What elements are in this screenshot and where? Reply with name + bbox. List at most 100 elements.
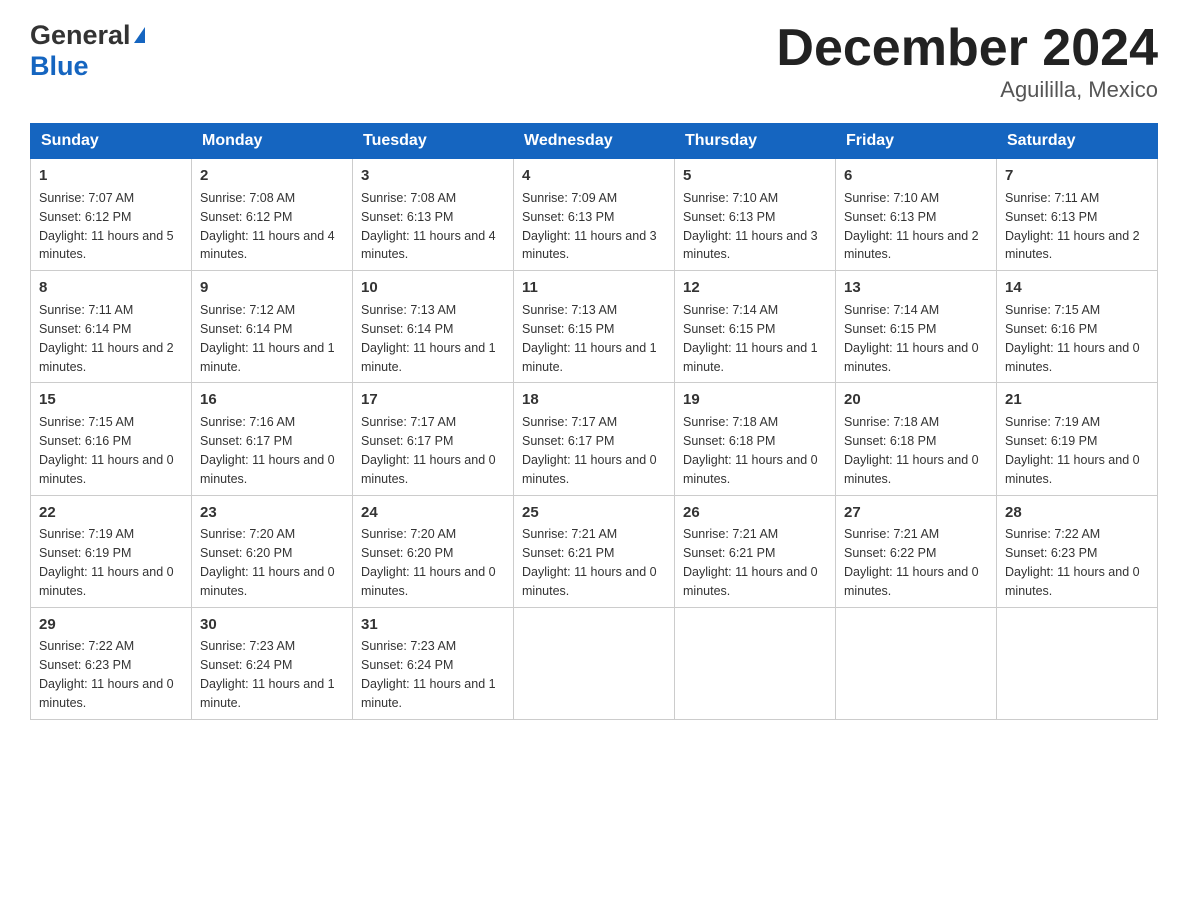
calendar-cell [514, 607, 675, 719]
day-info: Sunrise: 7:21 AMSunset: 6:21 PMDaylight:… [683, 527, 818, 598]
calendar-cell: 30 Sunrise: 7:23 AMSunset: 6:24 PMDaylig… [192, 607, 353, 719]
calendar-cell: 2 Sunrise: 7:08 AMSunset: 6:12 PMDayligh… [192, 159, 353, 271]
calendar-cell [997, 607, 1158, 719]
calendar-cell: 22 Sunrise: 7:19 AMSunset: 6:19 PMDaylig… [31, 495, 192, 607]
header-monday: Monday [192, 124, 353, 159]
logo-arrow-icon [134, 27, 145, 43]
day-number: 24 [361, 502, 505, 524]
day-number: 26 [683, 502, 827, 524]
day-number: 2 [200, 165, 344, 187]
day-info: Sunrise: 7:09 AMSunset: 6:13 PMDaylight:… [522, 191, 657, 262]
day-number: 21 [1005, 389, 1149, 411]
day-info: Sunrise: 7:14 AMSunset: 6:15 PMDaylight:… [844, 303, 979, 374]
day-info: Sunrise: 7:22 AMSunset: 6:23 PMDaylight:… [1005, 527, 1140, 598]
calendar-cell: 28 Sunrise: 7:22 AMSunset: 6:23 PMDaylig… [997, 495, 1158, 607]
day-info: Sunrise: 7:12 AMSunset: 6:14 PMDaylight:… [200, 303, 335, 374]
title-section: December 2024 Aguililla, Mexico [776, 20, 1158, 103]
header-friday: Friday [836, 124, 997, 159]
day-info: Sunrise: 7:23 AMSunset: 6:24 PMDaylight:… [200, 639, 335, 710]
day-number: 23 [200, 502, 344, 524]
calendar-subtitle: Aguililla, Mexico [776, 77, 1158, 103]
calendar-cell: 8 Sunrise: 7:11 AMSunset: 6:14 PMDayligh… [31, 271, 192, 383]
header-sunday: Sunday [31, 124, 192, 159]
day-info: Sunrise: 7:20 AMSunset: 6:20 PMDaylight:… [361, 527, 496, 598]
calendar-cell [836, 607, 997, 719]
day-info: Sunrise: 7:13 AMSunset: 6:15 PMDaylight:… [522, 303, 657, 374]
calendar-cell: 13 Sunrise: 7:14 AMSunset: 6:15 PMDaylig… [836, 271, 997, 383]
calendar-cell: 1 Sunrise: 7:07 AMSunset: 6:12 PMDayligh… [31, 159, 192, 271]
calendar-cell: 21 Sunrise: 7:19 AMSunset: 6:19 PMDaylig… [997, 383, 1158, 495]
calendar-cell: 9 Sunrise: 7:12 AMSunset: 6:14 PMDayligh… [192, 271, 353, 383]
week-row-3: 15 Sunrise: 7:15 AMSunset: 6:16 PMDaylig… [31, 383, 1158, 495]
calendar-cell: 10 Sunrise: 7:13 AMSunset: 6:14 PMDaylig… [353, 271, 514, 383]
page-header: General Blue December 2024 Aguililla, Me… [30, 20, 1158, 103]
day-info: Sunrise: 7:10 AMSunset: 6:13 PMDaylight:… [683, 191, 818, 262]
calendar-cell: 12 Sunrise: 7:14 AMSunset: 6:15 PMDaylig… [675, 271, 836, 383]
day-info: Sunrise: 7:14 AMSunset: 6:15 PMDaylight:… [683, 303, 818, 374]
calendar-cell: 25 Sunrise: 7:21 AMSunset: 6:21 PMDaylig… [514, 495, 675, 607]
day-number: 14 [1005, 277, 1149, 299]
day-info: Sunrise: 7:11 AMSunset: 6:14 PMDaylight:… [39, 303, 174, 374]
logo: General Blue [30, 20, 145, 82]
calendar-cell: 16 Sunrise: 7:16 AMSunset: 6:17 PMDaylig… [192, 383, 353, 495]
day-info: Sunrise: 7:16 AMSunset: 6:17 PMDaylight:… [200, 415, 335, 486]
calendar-cell [675, 607, 836, 719]
day-info: Sunrise: 7:15 AMSunset: 6:16 PMDaylight:… [1005, 303, 1140, 374]
day-number: 15 [39, 389, 183, 411]
calendar-cell: 23 Sunrise: 7:20 AMSunset: 6:20 PMDaylig… [192, 495, 353, 607]
day-number: 7 [1005, 165, 1149, 187]
calendar-cell: 14 Sunrise: 7:15 AMSunset: 6:16 PMDaylig… [997, 271, 1158, 383]
day-number: 10 [361, 277, 505, 299]
day-number: 6 [844, 165, 988, 187]
day-number: 1 [39, 165, 183, 187]
day-number: 8 [39, 277, 183, 299]
day-number: 31 [361, 614, 505, 636]
day-number: 22 [39, 502, 183, 524]
day-number: 30 [200, 614, 344, 636]
day-info: Sunrise: 7:23 AMSunset: 6:24 PMDaylight:… [361, 639, 496, 710]
calendar-cell: 3 Sunrise: 7:08 AMSunset: 6:13 PMDayligh… [353, 159, 514, 271]
day-info: Sunrise: 7:10 AMSunset: 6:13 PMDaylight:… [844, 191, 979, 262]
calendar-cell: 4 Sunrise: 7:09 AMSunset: 6:13 PMDayligh… [514, 159, 675, 271]
day-number: 20 [844, 389, 988, 411]
calendar-cell: 11 Sunrise: 7:13 AMSunset: 6:15 PMDaylig… [514, 271, 675, 383]
day-number: 19 [683, 389, 827, 411]
header-wednesday: Wednesday [514, 124, 675, 159]
header-thursday: Thursday [675, 124, 836, 159]
day-number: 13 [844, 277, 988, 299]
day-number: 3 [361, 165, 505, 187]
calendar-cell: 6 Sunrise: 7:10 AMSunset: 6:13 PMDayligh… [836, 159, 997, 271]
day-info: Sunrise: 7:17 AMSunset: 6:17 PMDaylight:… [361, 415, 496, 486]
day-info: Sunrise: 7:21 AMSunset: 6:22 PMDaylight:… [844, 527, 979, 598]
week-row-2: 8 Sunrise: 7:11 AMSunset: 6:14 PMDayligh… [31, 271, 1158, 383]
day-number: 4 [522, 165, 666, 187]
day-info: Sunrise: 7:08 AMSunset: 6:13 PMDaylight:… [361, 191, 496, 262]
calendar-cell: 18 Sunrise: 7:17 AMSunset: 6:17 PMDaylig… [514, 383, 675, 495]
calendar-table: SundayMondayTuesdayWednesdayThursdayFrid… [30, 123, 1158, 720]
calendar-cell: 20 Sunrise: 7:18 AMSunset: 6:18 PMDaylig… [836, 383, 997, 495]
day-number: 29 [39, 614, 183, 636]
calendar-cell: 15 Sunrise: 7:15 AMSunset: 6:16 PMDaylig… [31, 383, 192, 495]
week-row-1: 1 Sunrise: 7:07 AMSunset: 6:12 PMDayligh… [31, 159, 1158, 271]
calendar-cell: 27 Sunrise: 7:21 AMSunset: 6:22 PMDaylig… [836, 495, 997, 607]
calendar-cell: 31 Sunrise: 7:23 AMSunset: 6:24 PMDaylig… [353, 607, 514, 719]
day-info: Sunrise: 7:15 AMSunset: 6:16 PMDaylight:… [39, 415, 174, 486]
day-info: Sunrise: 7:18 AMSunset: 6:18 PMDaylight:… [844, 415, 979, 486]
day-info: Sunrise: 7:17 AMSunset: 6:17 PMDaylight:… [522, 415, 657, 486]
day-number: 18 [522, 389, 666, 411]
day-info: Sunrise: 7:20 AMSunset: 6:20 PMDaylight:… [200, 527, 335, 598]
day-info: Sunrise: 7:08 AMSunset: 6:12 PMDaylight:… [200, 191, 335, 262]
calendar-cell: 5 Sunrise: 7:10 AMSunset: 6:13 PMDayligh… [675, 159, 836, 271]
calendar-cell: 7 Sunrise: 7:11 AMSunset: 6:13 PMDayligh… [997, 159, 1158, 271]
calendar-title: December 2024 [776, 20, 1158, 77]
calendar-cell: 24 Sunrise: 7:20 AMSunset: 6:20 PMDaylig… [353, 495, 514, 607]
day-number: 28 [1005, 502, 1149, 524]
header-tuesday: Tuesday [353, 124, 514, 159]
day-info: Sunrise: 7:19 AMSunset: 6:19 PMDaylight:… [39, 527, 174, 598]
day-number: 11 [522, 277, 666, 299]
day-number: 25 [522, 502, 666, 524]
day-number: 16 [200, 389, 344, 411]
day-number: 9 [200, 277, 344, 299]
calendar-cell: 17 Sunrise: 7:17 AMSunset: 6:17 PMDaylig… [353, 383, 514, 495]
day-number: 5 [683, 165, 827, 187]
